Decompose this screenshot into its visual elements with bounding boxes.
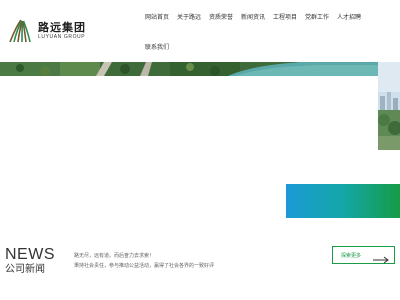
news-intro-line-1: 路无尽，远有道。而后奋力去求索！ <box>74 253 155 259</box>
site-header: 路远集团 LUYUAN GROUP 网站首页 关于路远 资质荣誉 新闻资讯 工程… <box>0 0 400 62</box>
nav-item-honors[interactable]: 资质荣誉 <box>209 12 233 21</box>
side-slide-image <box>378 62 400 150</box>
nav-item-projects[interactable]: 工程项目 <box>273 12 297 21</box>
nav-item-about[interactable]: 关于路远 <box>177 12 201 21</box>
nav-item-contact[interactable]: 联系我们 <box>145 42 169 51</box>
logo-text: 路远集团 LUYUAN GROUP <box>38 20 86 41</box>
news-title-en: NEWS <box>5 246 55 263</box>
news-intro-line-2: 秉持社会责任，参与推动公益活动，赢得了社会各界的一致好评 <box>74 263 215 269</box>
site-logo[interactable]: 路远集团 LUYUAN GROUP <box>8 16 88 46</box>
hero-banner-image <box>0 62 378 76</box>
nav-item-home[interactable]: 网站首页 <box>145 12 169 21</box>
gradient-accent-block <box>286 184 400 218</box>
luyuan-logo-mark-icon <box>8 18 34 44</box>
nav-item-party[interactable]: 党群工作 <box>305 12 329 21</box>
logo-name-cn: 路远集团 <box>38 20 86 34</box>
nav-item-news[interactable]: 新闻资讯 <box>241 12 265 21</box>
news-title-cn: 公司新闻 <box>5 264 45 275</box>
arrow-right-icon <box>373 251 389 264</box>
nav-item-careers[interactable]: 人才招聘 <box>337 12 361 21</box>
explore-more-label: 探索更多 <box>341 253 362 259</box>
logo-name-en: LUYUAN GROUP <box>38 33 86 40</box>
main-nav: 网站首页 关于路远 资质荣誉 新闻资讯 工程项目 党群工作 人才招聘 联系我们 <box>140 0 400 62</box>
explore-more-button[interactable]: 探索更多 <box>332 246 395 264</box>
